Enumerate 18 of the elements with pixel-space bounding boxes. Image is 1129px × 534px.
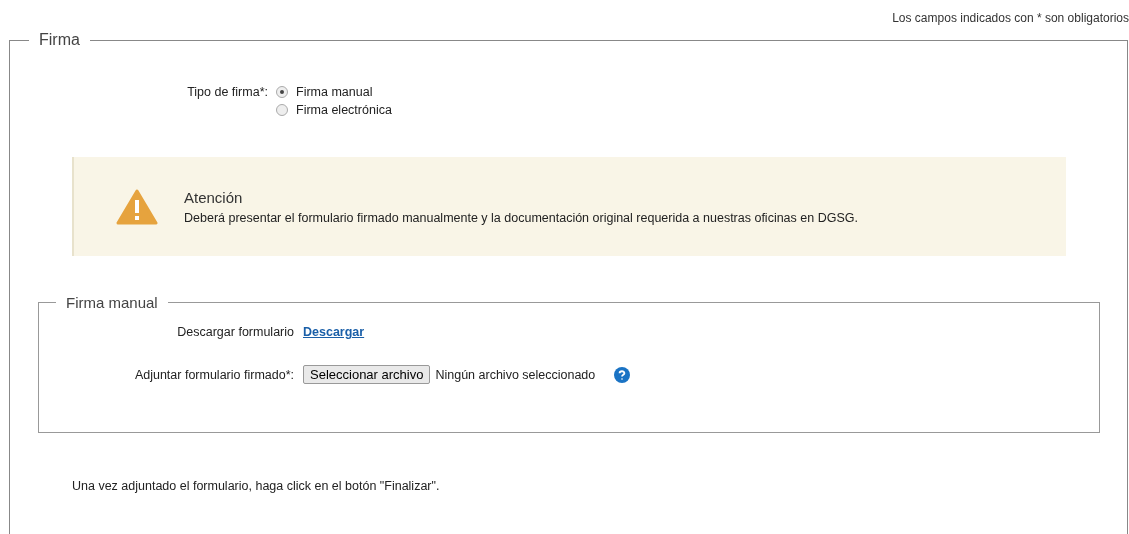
- alert-title: Atención: [184, 188, 244, 206]
- alert-message: Deberá presentar el formulario firmado manualmente y la documentación original requerida a nuestras oficinas en DGSG.: [184, 210, 858, 225]
- section-legend: Firma manual: [56, 294, 168, 311]
- section-legend: Firma: [29, 31, 90, 49]
- radio-label[interactable]: Firma electrónica: [296, 103, 392, 117]
- instruction-text: Una vez adjuntado el formulario, haga click en el botón "Finalizar".: [72, 479, 441, 493]
- required-fields-note: Los campos indicados con * son obligatorios: [891, 10, 1129, 27]
- file-status: Ningún archivo seleccionado: [435, 367, 596, 382]
- choose-file-button[interactable]: Seleccionar archivo: [303, 365, 431, 384]
- radio-button[interactable]: [276, 86, 288, 98]
- field-label: Adjuntar formulario firmado*:: [133, 367, 294, 382]
- radio-button[interactable]: [276, 104, 288, 116]
- radio-label[interactable]: Firma manual: [296, 85, 373, 99]
- field-label: Descargar formulario: [176, 325, 294, 339]
- warning-icon: [116, 188, 158, 225]
- help-icon[interactable]: [614, 366, 631, 383]
- field-label: Tipo de firma*:: [186, 85, 268, 99]
- download-link[interactable]: Descargar: [303, 325, 365, 339]
